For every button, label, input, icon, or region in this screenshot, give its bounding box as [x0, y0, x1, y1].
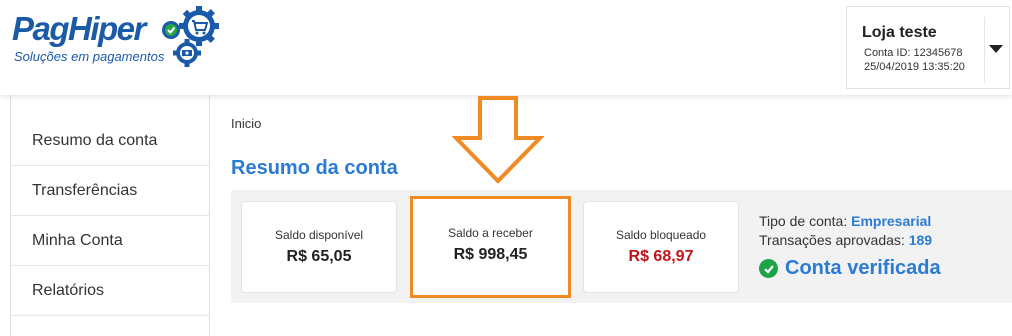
breadcrumb[interactable]: Inicio [231, 116, 261, 131]
paghiper-logo[interactable]: PagHiper Soluções em pagamentos [12, 6, 219, 68]
logo-tagline: Soluções em pagamentos [14, 49, 165, 64]
verified-status: Conta verificada [759, 257, 1009, 280]
approved-transactions-line: Transações aprovadas: 189 [759, 231, 1009, 250]
account-dropdown[interactable]: Loja teste Conta ID: 12345678 25/04/2019… [846, 6, 1010, 89]
account-type-value: Empresarial [851, 213, 932, 229]
top-header: PagHiper Soluções em pagamentos Loja tes… [0, 0, 1012, 95]
sidebar-item-relatorios[interactable]: Relatórios [11, 266, 209, 316]
sidebar-item-transferencias[interactable]: Transferências [11, 166, 209, 216]
account-type-line: Tipo de conta: Empresarial [759, 212, 1009, 231]
down-arrow-annotation [452, 96, 544, 184]
account-datetime: 25/04/2019 13:35:20 [864, 61, 965, 73]
page-title: Resumo da conta [231, 157, 398, 179]
balance-card-available: Saldo disponível R$ 65,05 [241, 201, 397, 293]
verified-label: Conta verificada [785, 257, 941, 279]
store-name: Loja teste [862, 24, 937, 41]
logo-wordmark: PagHiper [12, 10, 146, 47]
balance-value: R$ 68,97 [628, 248, 694, 265]
balance-summary-panel: Saldo disponível R$ 65,05 Saldo a recebe… [231, 190, 1012, 303]
approved-transactions-label: Transações aprovadas: [759, 232, 905, 248]
gears-check-cart-icon [162, 6, 219, 67]
balance-value: R$ 998,45 [453, 246, 528, 263]
sidebar-item-minha-conta[interactable]: Minha Conta [11, 216, 209, 266]
balance-label: Saldo a receber [448, 226, 533, 240]
balance-label: Saldo disponível [274, 228, 364, 242]
sidebar-nav: Resumo da conta Transferências Minha Con… [10, 95, 210, 336]
balance-card-receivable: Saldo a receber R$ 998,45 [410, 196, 571, 298]
balance-card-blocked: Saldo bloqueado R$ 68,97 [583, 201, 739, 293]
account-id: Conta ID: 12345678 [864, 47, 963, 59]
balance-label: Saldo bloqueado [615, 228, 707, 242]
check-circle-icon [759, 259, 778, 278]
approved-transactions-value[interactable]: 189 [909, 232, 932, 248]
caret-down-icon[interactable] [989, 45, 1003, 53]
account-type-label: Tipo de conta: [759, 213, 848, 229]
balance-value: R$ 65,05 [286, 248, 352, 265]
account-divider [984, 17, 985, 83]
sidebar-item-resumo[interactable]: Resumo da conta [11, 116, 209, 166]
account-info: Tipo de conta: Empresarial Transações ap… [759, 212, 1009, 280]
